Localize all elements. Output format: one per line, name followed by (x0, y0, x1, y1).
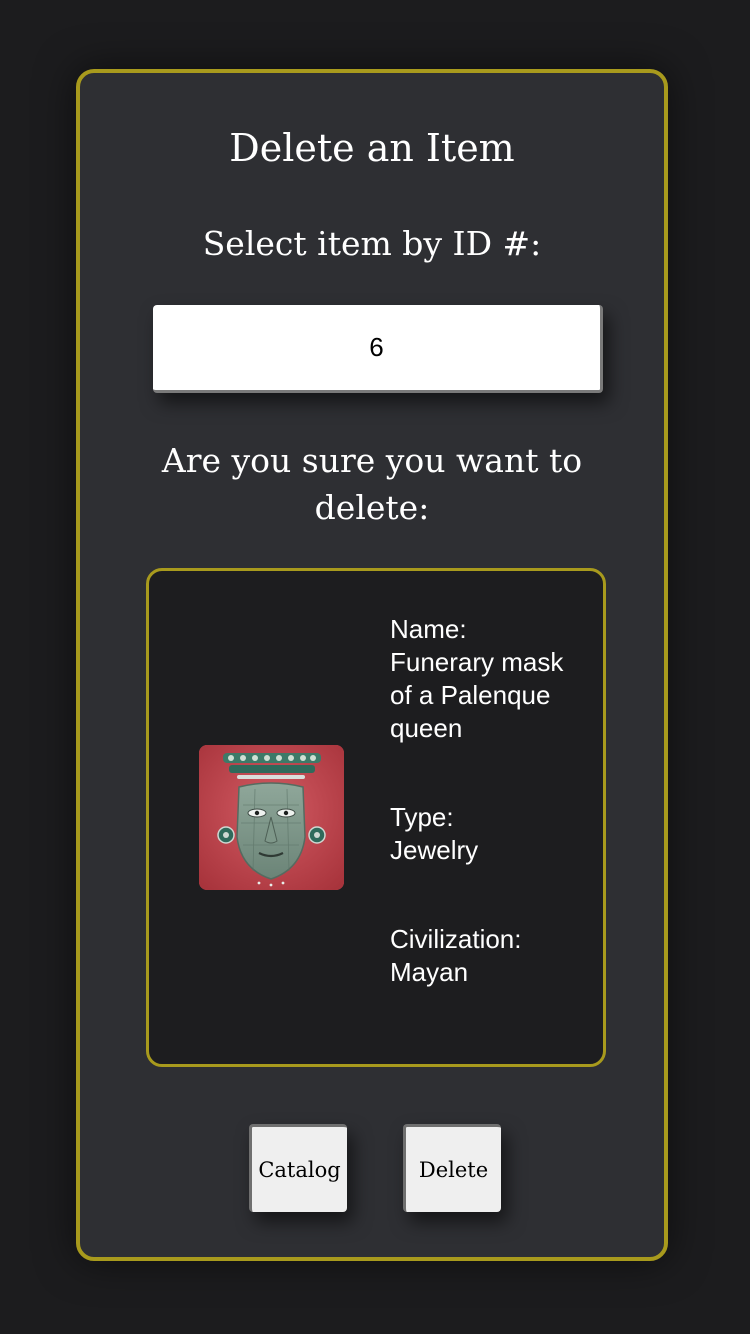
item-civilization-block: Civilization: Mayan (390, 923, 580, 989)
item-type-label: Type: (390, 802, 454, 832)
item-civilization-label: Civilization: (390, 924, 522, 954)
item-details: Name: Funerary mask of a Palenque queen … (390, 613, 580, 989)
select-id-label: Select item by ID #: (202, 224, 542, 263)
delete-item-panel: Delete an Item Select item by ID #: Are … (76, 69, 668, 1261)
item-type-block: Type: Jewelry (390, 801, 580, 867)
item-id-input[interactable] (153, 305, 603, 393)
item-civilization-value: Mayan (390, 957, 469, 987)
item-type-value: Jewelry (390, 835, 479, 865)
delete-button[interactable]: Delete (403, 1124, 501, 1212)
confirm-delete-text: Are you sure you want to delete: (161, 441, 583, 527)
page-title: Delete an Item (229, 126, 515, 170)
catalog-button[interactable]: Catalog (249, 1124, 347, 1212)
item-name-block: Name: Funerary mask of a Palenque queen (390, 613, 580, 745)
item-preview-card: Name: Funerary mask of a Palenque queen … (146, 568, 606, 1067)
funerary-mask-image (199, 745, 344, 890)
item-name-value: Funerary mask of a Palenque queen (390, 647, 564, 743)
item-name-label: Name: (390, 614, 467, 644)
